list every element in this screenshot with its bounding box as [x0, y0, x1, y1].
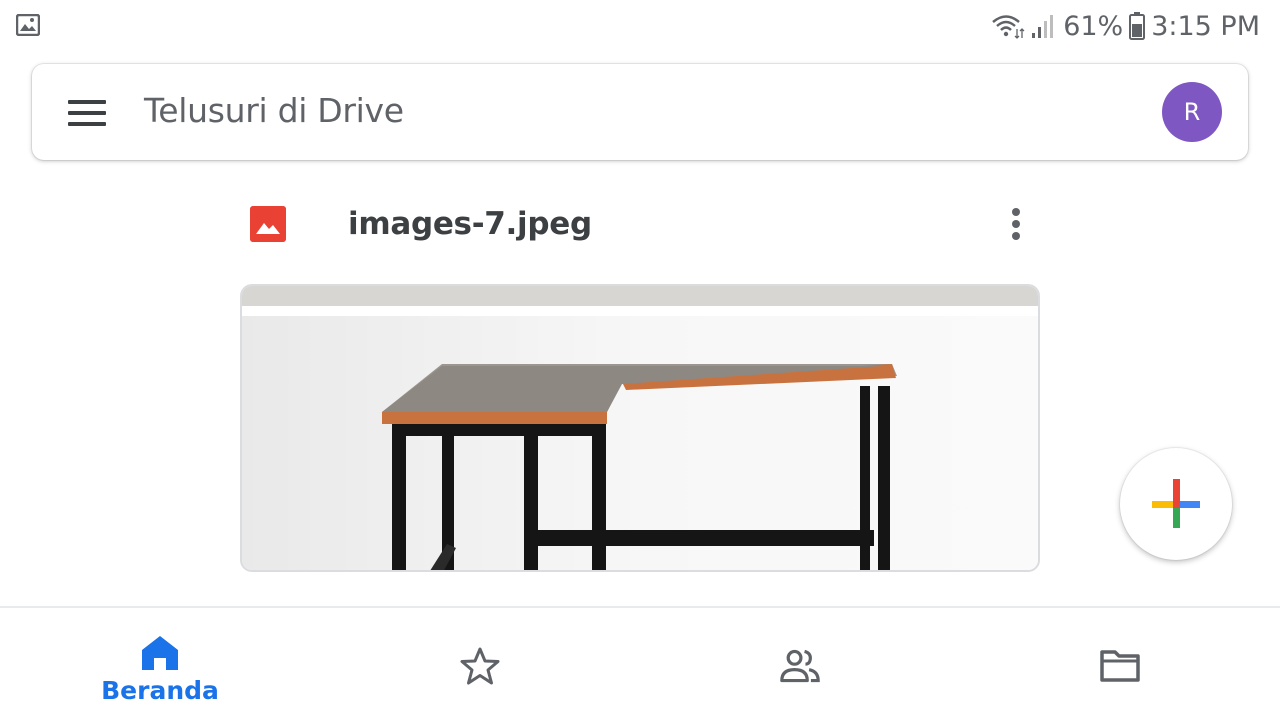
home-icon [142, 636, 178, 670]
nav-item-files[interactable] [1020, 608, 1220, 720]
nav-label-home: Beranda [101, 676, 219, 705]
status-bar: 61% 3:15 PM [0, 0, 1280, 52]
more-options-icon[interactable] [1006, 206, 1026, 242]
file-item-header[interactable]: images-7.jpeg [240, 190, 1040, 260]
people-icon [780, 649, 820, 683]
nav-item-home[interactable]: Beranda [60, 608, 260, 720]
clock-time: 3:15 PM [1151, 10, 1260, 42]
battery-icon [1129, 12, 1146, 40]
folder-icon [1100, 650, 1140, 682]
hamburger-menu-icon[interactable] [68, 100, 108, 126]
star-icon [460, 647, 500, 685]
battery-percentage: 61% [1063, 10, 1124, 42]
new-item-fab[interactable] [1120, 448, 1232, 560]
search-bar[interactable]: Telusuri di Drive R [32, 64, 1248, 160]
multicolor-plus-icon [1152, 479, 1200, 528]
image-file-icon [250, 206, 286, 242]
file-name: images-7.jpeg [348, 206, 592, 242]
signal-icon [1032, 15, 1054, 38]
nav-item-shared[interactable] [700, 608, 900, 720]
wifi-icon [992, 15, 1025, 39]
status-indicators: 61% 3:15 PM [991, 8, 1260, 44]
desk-photo-thumbnail [242, 286, 1038, 570]
file-thumbnail-preview[interactable] [240, 284, 1040, 572]
account-avatar[interactable]: R [1162, 82, 1222, 142]
gallery-notification-icon [16, 14, 40, 36]
nav-item-starred[interactable] [380, 608, 580, 720]
bottom-navigation: Beranda [0, 606, 1280, 720]
search-input[interactable]: Telusuri di Drive [144, 91, 404, 130]
